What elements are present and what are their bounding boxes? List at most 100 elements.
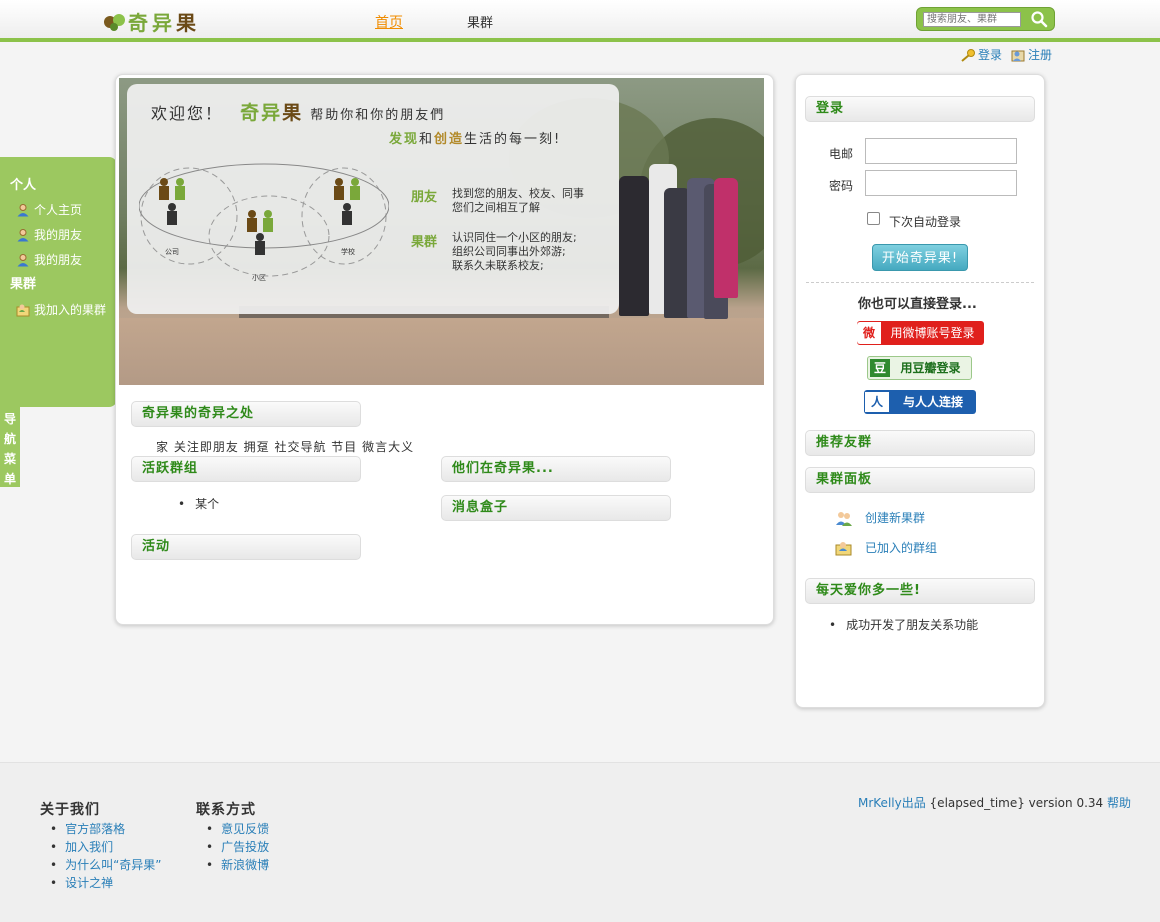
alt-login-heading: 你也可以直接登录... xyxy=(858,297,977,312)
friends-feature-label: 朋友 xyxy=(411,190,438,205)
welcome-tagline: 帮助你和你的朋友們 xyxy=(310,108,446,123)
side-navigation-menu: 个人 个人主页 我的朋友 我的朋友 果群 我加入的果群 xyxy=(0,157,117,407)
plaza-ground-image xyxy=(119,318,764,385)
footer-link-ads[interactable]: 广告投放 xyxy=(221,840,269,854)
help-link[interactable]: 帮助 xyxy=(1107,796,1131,810)
sidebar-heading-groups: 果群 xyxy=(10,277,37,292)
user-icon xyxy=(17,203,29,216)
welcome-box: 欢迎您！ 奇异果 帮助你和你的朋友們 发现和创造生活的每一刻! 公司 小区 学校… xyxy=(127,84,619,314)
diagram-label-school: 学校 xyxy=(341,247,355,256)
nav-home-link[interactable]: 首页 xyxy=(375,12,403,32)
special-features-heading: 奇异果的奇异之处 xyxy=(131,401,361,427)
group-panel-heading: 果群面板 xyxy=(805,467,1035,493)
friends-feature-text: 找到您的朋友、校友、同事 您们之间相互了解 xyxy=(452,187,584,214)
diagram-label-company: 公司 xyxy=(165,248,179,256)
nav-menu-tab-label: 导航菜单 xyxy=(4,412,17,486)
sidebar-item-friends[interactable]: 我的朋友 xyxy=(0,222,117,247)
about-links: 官方部落格 加入我们 为什么叫“奇异果” 设计之禅 xyxy=(50,820,161,892)
password-label: 密码 xyxy=(829,179,854,193)
user-icon xyxy=(17,253,29,266)
welcome-text: 欢迎您！ xyxy=(151,104,224,123)
version-text: {elapsed_time} version 0.34 xyxy=(929,796,1104,810)
douban-icon: 豆 xyxy=(870,359,890,377)
activity-heading: 活动 xyxy=(131,534,361,560)
love-heading: 每天爱你多一些! xyxy=(805,578,1035,604)
sidebar-heading-personal: 个人 xyxy=(10,178,37,193)
search-icon[interactable] xyxy=(1030,10,1048,28)
auth-links: 登录 注册 xyxy=(960,46,1052,63)
group-folder-icon xyxy=(16,304,30,316)
footer-link-join[interactable]: 加入我们 xyxy=(65,840,113,854)
logo-text: 奇异果 xyxy=(128,11,200,35)
main-content-panel: 欢迎您！ 奇异果 帮助你和你的朋友們 发现和创造生活的每一刻! 公司 小区 学校… xyxy=(115,74,774,625)
create-group-label: 创建新果群 xyxy=(865,511,926,525)
contact-links: 意见反馈 广告投放 新浪微博 xyxy=(206,820,269,874)
login-heading: 登录 xyxy=(805,96,1035,122)
welcome-subtagline: 发现和创造生活的每一刻! xyxy=(389,132,562,147)
register-link-label: 注册 xyxy=(1028,48,1053,62)
author-link[interactable]: MrKelly出品 xyxy=(858,796,926,810)
about-heading: 关于我们 xyxy=(40,802,100,818)
love-list-item: 成功开发了朋友关系功能 xyxy=(829,616,978,633)
recommended-groups-heading: 推荐友群 xyxy=(805,430,1035,456)
sidebar-item-label: 个人主页 xyxy=(34,203,83,217)
renren-connect-label: 与人人连接 xyxy=(902,395,963,409)
kiwi-logo-icon xyxy=(104,12,128,32)
login-link[interactable]: 登录 xyxy=(960,46,1002,63)
groups-feature-label: 果群 xyxy=(411,235,438,250)
joined-groups-label: 已加入的群组 xyxy=(865,541,938,555)
sidebar-item-profile[interactable]: 个人主页 xyxy=(0,197,117,222)
renren-connect-button[interactable]: 人 与人人连接 xyxy=(864,390,976,414)
special-features-text: 家 关注即朋友 拥趸 社交导航 节目 微言大义 xyxy=(156,440,415,454)
divider xyxy=(806,282,1034,283)
create-group-link[interactable]: 创建新果群 xyxy=(835,509,925,526)
sidebar-item-friends-2[interactable]: 我的朋友 xyxy=(0,247,117,272)
social-circles-diagram: 公司 小区 学校 xyxy=(139,163,389,282)
sidebar-item-label: 我的朋友 xyxy=(34,253,83,267)
create-group-icon xyxy=(836,511,852,526)
search-box xyxy=(916,7,1055,31)
welcome-banner: 欢迎您！ 奇异果 帮助你和你的朋友們 发现和创造生活的每一刻! 公司 小区 学校… xyxy=(119,78,764,385)
email-label: 电邮 xyxy=(829,147,854,161)
top-navigation-bar: 奇异果 首页 果群 xyxy=(0,0,1160,42)
people-cluster-right xyxy=(334,178,360,225)
remember-me-label: 下次自动登录 xyxy=(889,215,962,229)
renren-icon: 人 xyxy=(865,392,889,412)
footer-link-design[interactable]: 设计之禅 xyxy=(65,876,113,890)
remember-me-checkbox[interactable] xyxy=(867,212,880,225)
footer-link-blog[interactable]: 官方部落格 xyxy=(65,822,125,836)
nav-menu-tab[interactable]: 导航菜单 xyxy=(0,407,20,487)
joined-groups-icon xyxy=(835,541,852,555)
message-box-heading: 消息盒子 xyxy=(441,495,671,521)
active-group-item[interactable]: 某个 xyxy=(178,495,219,512)
douban-login-button[interactable]: 豆 用豆瓣登录 xyxy=(867,356,972,380)
sidebar-item-label: 我加入的果群 xyxy=(34,303,107,317)
sidebar-item-label: 我的朋友 xyxy=(34,228,83,242)
active-groups-heading: 活跃群组 xyxy=(131,456,361,482)
footer-link-why-kiwi[interactable]: 为什么叫“奇异果” xyxy=(65,858,161,872)
register-icon xyxy=(1011,50,1025,61)
nav-groups-link[interactable]: 果群 xyxy=(467,12,493,31)
contact-heading: 联系方式 xyxy=(196,802,256,818)
weibo-login-button[interactable]: 微 用微博账号登录 xyxy=(857,321,984,345)
register-link[interactable]: 注册 xyxy=(1010,46,1052,63)
start-login-button[interactable]: 开始奇异果! xyxy=(872,244,968,271)
joined-groups-link[interactable]: 已加入的群组 xyxy=(835,539,937,556)
key-icon xyxy=(961,48,975,62)
sidebar-item-my-groups[interactable]: 我加入的果群 xyxy=(0,297,117,322)
email-field[interactable] xyxy=(865,138,1017,164)
welcome-brand: 奇异果 xyxy=(240,102,304,124)
login-link-label: 登录 xyxy=(978,48,1003,62)
password-field[interactable] xyxy=(865,170,1017,196)
login-side-panel: 登录 电邮 密码 下次自动登录 开始奇异果! 你也可以直接登录... 微 用微博… xyxy=(795,74,1045,708)
they-on-kiwi-heading: 他们在奇异果... xyxy=(441,456,671,482)
groups-feature-text: 认识同住一个小区的朋友; 组织公司同事出外郊游; 联系久未联系校友; xyxy=(452,231,577,272)
site-logo[interactable]: 奇异果 xyxy=(104,7,200,36)
credits: MrKelly出品 {elapsed_time} version 0.34 帮助 xyxy=(858,794,1131,811)
footer-link-feedback[interactable]: 意见反馈 xyxy=(221,822,269,836)
footer-link-weibo[interactable]: 新浪微博 xyxy=(221,858,269,872)
search-input[interactable] xyxy=(923,12,1021,27)
page-footer: 关于我们 官方部落格 加入我们 为什么叫“奇异果” 设计之禅 联系方式 意见反馈… xyxy=(0,762,1160,922)
weibo-icon: 微 xyxy=(857,322,881,344)
people-cluster-left xyxy=(159,178,185,225)
